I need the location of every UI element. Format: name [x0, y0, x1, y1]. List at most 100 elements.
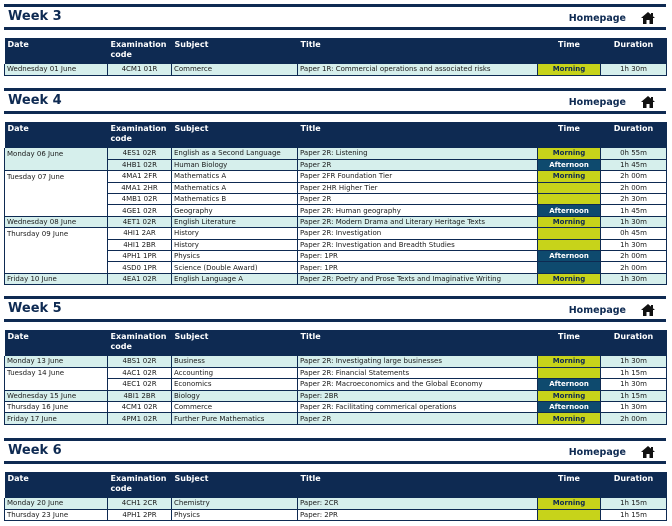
column-header-subject: Subject [171, 472, 298, 498]
table-row: Monday 20 June 4CH1 2CR Chemistry Paper: 2C… [4, 498, 667, 510]
table-row: Thursday 23 June 4PH1 2PR Physics Paper: 2P… [4, 509, 667, 522]
cell-title: Paper: 2BR [297, 390, 538, 403]
cell-duration: 1h 30m [600, 239, 667, 252]
cell-subject: Mathematics A [171, 170, 298, 183]
cell-title: Paper 2R: Poetry and Prose Texts and Ima… [297, 273, 538, 286]
exam-table: Date Examination code Subject Title Time Dura… [4, 330, 667, 425]
cell-title: Paper 2R: Investigation [297, 227, 538, 240]
cell-subject: Chemistry [171, 498, 298, 510]
column-header-subject: Subject [171, 38, 298, 64]
table-row: 4MB1 02R Mathematics B Paper 2R 2h 30m [4, 193, 667, 206]
cell-time: Morning [537, 64, 601, 76]
cell-code: 4EC1 02R [107, 378, 172, 391]
cell-title: Paper 2R: Investigation and Breadth Stud… [297, 239, 538, 252]
exam-table: Date Examination code Subject Title Time Dura… [4, 38, 667, 76]
table-row: 4HB1 02R Human Biology Paper 2R Afternoon 1h… [4, 159, 667, 172]
cell-code: 4BI1 2BR [107, 390, 172, 403]
cell-title: Paper 2R: Investigating large businesses [297, 356, 538, 368]
cell-duration: 1h 45m [600, 159, 667, 172]
homepage-link[interactable]: Homepage [569, 447, 626, 458]
cell-title: Paper 2R [297, 193, 538, 206]
cell-title: Paper 2R: Human geography [297, 204, 538, 217]
column-header-date: Date [4, 330, 108, 356]
cell-date: Wednesday 15 June [4, 390, 108, 403]
cell-date: Thursday 23 June [4, 509, 108, 522]
home-icon[interactable] [640, 95, 656, 109]
cell-code: 4MA1 2FR [107, 170, 172, 183]
cell-duration: 2h 00m [600, 170, 667, 183]
homepage-link[interactable]: Homepage [569, 305, 626, 316]
table-row: Friday 17 June 4PM1 02R Further Pure Mathe… [4, 412, 667, 425]
cell-subject: Mathematics B [171, 193, 298, 206]
table-row: 4HI1 2BR History Paper 2R: Investigation a… [4, 239, 667, 252]
cell-title: Paper 2FR Foundation Tier [297, 170, 538, 183]
cell-code: 4MA1 2HR [107, 182, 172, 195]
cell-code: 4PH1 1PR [107, 250, 172, 263]
cell-code: 4ET1 02R [107, 216, 172, 229]
week-title: Week 3 [8, 9, 62, 24]
table-header-row: Date Examination code Subject Title Time Dura… [4, 38, 667, 64]
cell-time: Morning [537, 390, 601, 403]
cell-date: Friday 17 June [4, 412, 108, 425]
cell-duration: 1h 30m [600, 216, 667, 229]
cell-title: Paper 2HR Higher Tier [297, 182, 538, 195]
column-header-date: Date [4, 38, 108, 64]
column-header-date: Date [4, 122, 108, 148]
cell-subject: Commerce [171, 401, 298, 414]
cell-code: 4GE1 02R [107, 204, 172, 217]
cell-date: Wednesday 01 June [4, 64, 108, 76]
column-header-subject: Subject [171, 330, 298, 356]
week-section: Week 3 Homepage Date Examination code Subjec… [4, 4, 667, 76]
cell-subject: English Literature [171, 216, 298, 229]
table-row: Friday 10 June 4EA1 02R English Language A… [4, 273, 667, 286]
table-row: Tuesday 14 June 4AC1 02R Accounting Paper 2… [4, 367, 667, 380]
homepage-link[interactable]: Homepage [569, 13, 626, 24]
table-row: Thursday 09 June 4HI1 2AR History Paper 2R:… [4, 227, 667, 240]
cell-title: Paper 2R: Facilitating commerical operat… [297, 401, 538, 414]
cell-duration: 1h 15m [600, 367, 667, 380]
cell-date [4, 250, 108, 262]
table-row: Wednesday 01 June 4CM1 01R Commerce Paper 1… [4, 64, 667, 76]
table-row: 4MA1 2HR Mathematics A Paper 2HR Higher Ti… [4, 182, 667, 195]
cell-time: Morning [537, 216, 601, 229]
home-icon[interactable] [640, 445, 656, 459]
cell-title: Paper 2R: Listening [297, 148, 538, 160]
cell-date: Monday 06 June [4, 148, 108, 160]
cell-duration: 2h 00m [600, 250, 667, 263]
table-row: 4GE1 02R Geography Paper 2R: Human geograp… [4, 204, 667, 217]
week-title: Week 6 [8, 443, 62, 458]
exam-table: Date Examination code Subject Title Time Dura… [4, 472, 667, 522]
week-header: Week 4 Homepage [4, 88, 666, 114]
homepage-link[interactable]: Homepage [569, 97, 626, 108]
cell-title: Paper: 2CR [297, 498, 538, 510]
column-header-title: Title [297, 330, 538, 356]
cell-date [4, 261, 108, 274]
cell-time [537, 227, 601, 240]
cell-code: 4HI1 2AR [107, 227, 172, 240]
table-row: Thursday 16 June 4CM1 02R Commerce Paper 2R… [4, 401, 667, 414]
cell-title: Paper 2R: Modern Drama and Literary Heri… [297, 216, 538, 229]
table-row: Tuesday 07 June 4MA1 2FR Mathematics A Pape… [4, 170, 667, 183]
cell-time [537, 261, 601, 274]
cell-duration: 2h 00m [600, 182, 667, 195]
cell-date [4, 239, 108, 251]
week-header: Week 3 Homepage [4, 4, 666, 30]
home-icon[interactable] [640, 303, 656, 317]
column-header-duration: Duration [600, 38, 667, 64]
cell-date [4, 204, 108, 217]
cell-duration: 2h 00m [600, 261, 667, 274]
table-row: Monday 13 June 4BS1 02R Business Paper 2R: … [4, 356, 667, 368]
cell-subject: Mathematics A [171, 182, 298, 195]
cell-code: 4AC1 02R [107, 367, 172, 380]
cell-code: 4CM1 02R [107, 401, 172, 414]
cell-time: Morning [537, 273, 601, 286]
column-header-code: Examination code [107, 122, 172, 148]
cell-date [4, 182, 108, 194]
cell-code: 4SD0 1PR [107, 261, 172, 274]
week-header: Week 6 Homepage [4, 438, 666, 464]
home-icon[interactable] [640, 11, 656, 25]
cell-subject: Economics [171, 378, 298, 391]
cell-time: Afternoon [537, 378, 601, 391]
cell-date: Thursday 16 June [4, 401, 108, 414]
column-header-time: Time [537, 472, 601, 498]
